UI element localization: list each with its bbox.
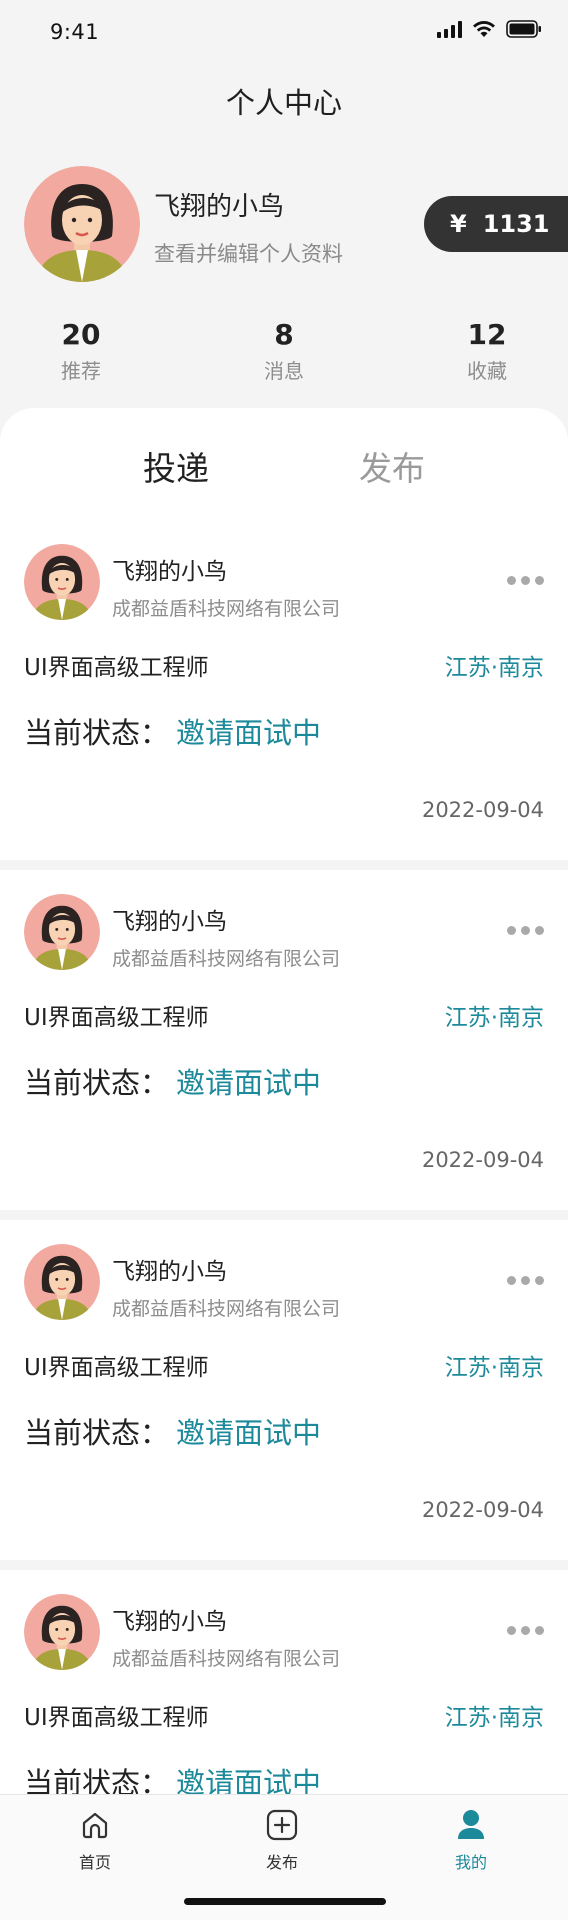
job-location: 江苏·南京	[444, 1705, 544, 1731]
more-options-icon[interactable]	[507, 576, 544, 585]
battery-icon	[506, 20, 542, 38]
job-title: UI界面高级工程师	[24, 655, 209, 681]
home-icon	[50, 1807, 140, 1843]
application-card[interactable]: 飞翔的小鸟成都益盾科技网络有限公司 UI界面高级工程师 江苏·南京当前状态： 邀请面试…	[0, 870, 568, 1210]
page-title: 个人中心	[225, 86, 342, 120]
currency-symbol: ¥	[450, 210, 467, 238]
apply-date: 2022-09-04	[421, 1148, 544, 1172]
application-list: 飞翔的小鸟 成都益盾科技网络有限公司 UI界面高级工程师 江苏·南京 当前状态： 邀请面试…	[0, 520, 568, 1910]
edit-profile-link[interactable]: 查看并编辑个人资料	[154, 238, 343, 268]
apply-date: 2022-09-04	[421, 1498, 544, 1522]
more-options-icon[interactable]	[507, 1276, 544, 1285]
stat-value: 12	[467, 318, 507, 351]
job-title: UI界面高级工程师	[24, 1705, 209, 1731]
more-options-icon[interactable]	[507, 926, 544, 935]
add-box-icon	[237, 1807, 327, 1843]
status-icons	[437, 20, 542, 38]
status-time: 9:41	[50, 20, 100, 44]
user-icon	[426, 1807, 516, 1843]
company-name: 成都益盾科技网络有限公司	[112, 1298, 341, 1320]
status-label: 当前状态：	[24, 1416, 170, 1450]
tab-applied[interactable]: 投递	[143, 442, 209, 490]
application-card[interactable]: 飞翔的小鸟成都益盾科技网络有限公司 UI界面高级工程师 江苏·南京当前状态： 邀请面试…	[0, 1220, 568, 1560]
card-divider	[0, 1560, 568, 1570]
avatar[interactable]	[24, 544, 100, 620]
company-name: 成都益盾科技网络有限公司	[112, 1648, 341, 1670]
status-label: 当前状态：	[24, 1066, 170, 1100]
coin-balance: 1131	[482, 210, 550, 238]
card-divider	[0, 860, 568, 870]
stat-label: 推荐	[61, 359, 101, 383]
more-options-icon[interactable]	[507, 1626, 544, 1635]
job-title: UI界面高级工程师	[24, 1005, 209, 1031]
job-location: 江苏·南京	[444, 1355, 544, 1381]
company-name: 成都益盾科技网络有限公司	[112, 598, 341, 620]
job-title: UI界面高级工程师	[24, 1355, 209, 1381]
profile-name: 飞翔的小鸟	[154, 192, 285, 222]
content-panel: 投递 发布 飞翔的小鸟 成都益盾科技网络有限公司 UI界面高级工程师 江苏·南京 当前状…	[0, 408, 568, 1920]
tabbar-label: 我的	[454, 1853, 487, 1872]
status-bar: 9:41	[0, 0, 568, 60]
applicant-name: 飞翔的小鸟	[112, 559, 227, 585]
avatar[interactable]	[24, 1244, 100, 1320]
applicant-name: 飞翔的小鸟	[112, 1259, 227, 1285]
status-value: 邀请面试中	[176, 1066, 322, 1100]
avatar[interactable]	[24, 1594, 100, 1670]
stat-messages[interactable]: 8 消息	[219, 318, 349, 384]
profile-header[interactable]: 飞翔的小鸟 查看并编辑个人资料 ¥ 1131	[24, 166, 568, 282]
tabbar-label: 发布	[265, 1853, 298, 1872]
job-location: 江苏·南京	[444, 655, 544, 681]
tab-published[interactable]: 发布	[359, 442, 425, 490]
tabbar-item-home[interactable]: 首页	[50, 1807, 140, 1873]
tabbar-item-me[interactable]: 我的	[426, 1807, 516, 1873]
avatar[interactable]	[24, 894, 100, 970]
cellular-signal-icon	[437, 20, 462, 38]
stat-value: 8	[274, 318, 294, 351]
home-indicator	[184, 1898, 386, 1905]
coin-balance-badge[interactable]: ¥ 1131	[424, 196, 568, 252]
stats-row: 20 推荐 8 消息 12 收藏	[0, 318, 568, 384]
stat-value: 20	[61, 318, 101, 351]
stat-label: 收藏	[467, 359, 507, 383]
stat-favorites[interactable]: 12 收藏	[422, 318, 552, 384]
tabbar-label: 首页	[78, 1853, 111, 1872]
applicant-name: 飞翔的小鸟	[112, 1609, 227, 1635]
stat-recommend[interactable]: 20 推荐	[16, 318, 146, 384]
wifi-icon	[472, 20, 496, 38]
avatar[interactable]	[24, 166, 140, 282]
tabbar-item-publish[interactable]: 发布	[237, 1807, 327, 1873]
status-label: 当前状态：	[24, 716, 170, 750]
applicant-name: 飞翔的小鸟	[112, 909, 227, 935]
status-value: 邀请面试中	[176, 1416, 322, 1450]
company-name: 成都益盾科技网络有限公司	[112, 948, 341, 970]
avatar-illustration	[24, 166, 140, 282]
tab-bar: 投递 发布	[0, 442, 568, 531]
job-location: 江苏·南京	[444, 1005, 544, 1031]
status-value: 邀请面试中	[176, 716, 322, 750]
stat-label: 消息	[264, 359, 304, 383]
apply-date: 2022-09-04	[421, 798, 544, 822]
application-card[interactable]: 飞翔的小鸟成都益盾科技网络有限公司 UI界面高级工程师 江苏·南京当前状态： 邀请面试…	[0, 520, 568, 860]
card-divider	[0, 1210, 568, 1220]
